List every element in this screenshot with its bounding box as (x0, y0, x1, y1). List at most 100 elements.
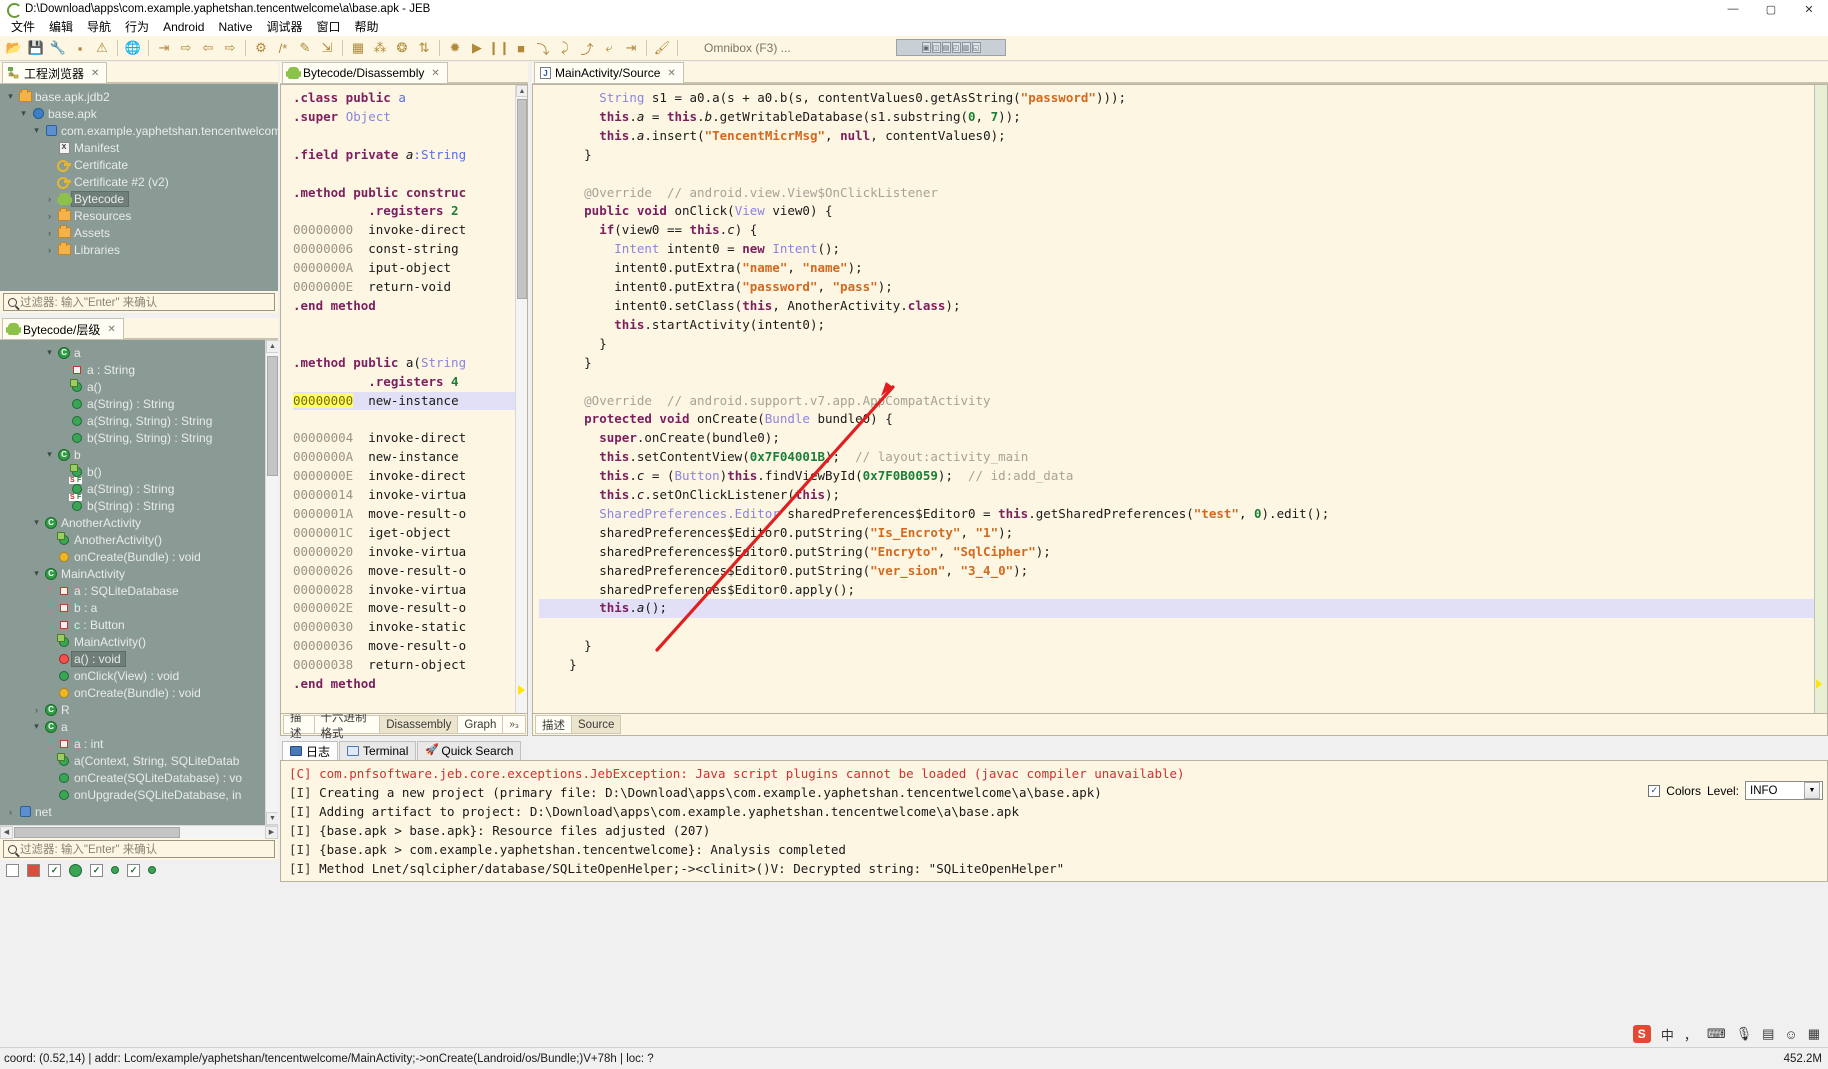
bytecode-view-tab-4[interactable]: »₃ (502, 715, 526, 734)
hierarchy-item-node[interactable]: a(String) : String (0, 476, 278, 497)
hierarchy-item-node[interactable]: AnotherActivity() (0, 531, 278, 548)
menu-item-8[interactable]: 帮助 (347, 18, 385, 36)
close-icon[interactable]: ✕ (431, 68, 439, 79)
source-marker-tick[interactable] (1816, 679, 1827, 689)
perspective-cell-0[interactable]: ▣ (921, 42, 931, 53)
tab-project-explorer[interactable]: 工程浏览器 ✕ (2, 62, 108, 83)
chevron-down-icon[interactable]: ▾ (30, 125, 43, 136)
project-filter-input[interactable]: 过滤器: 输入"Enter" 来确认 (3, 293, 275, 311)
menu-item-3[interactable]: 行为 (118, 18, 156, 36)
warning-icon[interactable]: ⚠ (92, 38, 112, 58)
perspective-switcher[interactable]: ▣ ◫ ▤ ◰ ▥ ◱ (896, 39, 1006, 56)
chevron-down-icon[interactable]: ▼ (1804, 782, 1820, 799)
hierarchy-item-node[interactable]: a(String) : String (0, 395, 278, 412)
comma-icon[interactable]: ， (1684, 1025, 1697, 1044)
project-tree-item-node[interactable]: › Resources (0, 207, 278, 224)
step-into-icon[interactable]: ⤸ (555, 38, 575, 58)
source-marker-bar[interactable] (1814, 85, 1827, 713)
table-icon[interactable]: ▦ (348, 38, 368, 58)
menu-icon[interactable]: ▦ (1808, 1026, 1820, 1042)
rename-icon[interactable]: ✎ (295, 38, 315, 58)
debug-icon[interactable]: ✹ (445, 38, 465, 58)
colors-checkbox[interactable]: ✓ (1648, 784, 1661, 797)
project-tree-item-node[interactable]: ▾ base.apk (0, 105, 278, 122)
menu-item-5[interactable]: Native (211, 18, 259, 36)
hierarchy-item-node[interactable]: › net (0, 803, 278, 820)
scroll-thumb[interactable] (517, 99, 527, 299)
source-view-tab-1[interactable]: Source (571, 715, 622, 734)
hierarchy-item-node[interactable]: onUpgrade(SQLiteDatabase, in (0, 786, 278, 803)
menu-item-2[interactable]: 导航 (80, 18, 118, 36)
chevron-right-icon[interactable]: › (30, 705, 43, 715)
wrench-icon[interactable]: 🔧 (48, 38, 68, 58)
hierarchy-item-node[interactable]: a : String (0, 361, 278, 378)
log-level-select[interactable]: INFO ▼ (1745, 781, 1823, 800)
hierarchy-item-node[interactable]: b : a (0, 599, 278, 616)
export-icon[interactable]: ⇲ (317, 38, 337, 58)
chevron-right-icon[interactable]: › (43, 194, 56, 204)
globe-icon[interactable]: 🌐 (123, 38, 143, 58)
hierarchy-vertical-scrollbar[interactable]: ▲ ▼ (265, 340, 278, 825)
project-tree-item-node[interactable]: Certificate (0, 156, 278, 173)
pause-icon[interactable]: ❙❙ (488, 38, 510, 58)
ime-mode-icon[interactable]: 中 (1661, 1025, 1674, 1044)
menu-item-7[interactable]: 窗口 (309, 18, 347, 36)
hierarchy-item-node[interactable]: a(String, String) : String (0, 412, 278, 429)
project-tree-item-node[interactable]: X Manifest (0, 139, 278, 156)
scroll-up-icon[interactable]: ▲ (266, 340, 278, 353)
menu-item-1[interactable]: 编辑 (42, 18, 80, 36)
project-tree-item-node[interactable]: › Assets (0, 224, 278, 241)
check-toggle-icon[interactable]: ✓ (48, 863, 61, 877)
run-icon[interactable]: ▶ (467, 38, 487, 58)
log-tab-0[interactable]: 日志 (282, 741, 339, 760)
hierarchy-item-node[interactable]: ▾ Cb (0, 446, 278, 463)
scroll-down-icon[interactable]: ▼ (266, 812, 278, 825)
package-icon[interactable]: ▪ (70, 38, 90, 58)
bytecode-view-tab-2[interactable]: Disassembly (379, 715, 459, 734)
bubble-icon[interactable]: ❂ (392, 38, 412, 58)
perspective-cell-4[interactable]: ▥ (961, 42, 971, 53)
chevron-down-icon[interactable]: ▾ (30, 721, 43, 732)
chevron-down-icon[interactable]: ▾ (43, 449, 56, 460)
chevron-right-icon[interactable]: › (4, 807, 17, 817)
maximize-button[interactable]: ▢ (1752, 0, 1790, 18)
hierarchy-item-node[interactable]: onClick(View) : void (0, 667, 278, 684)
perspective-cell-1[interactable]: ◫ (931, 42, 941, 53)
project-tree-item-node[interactable]: ▾ base.apk.jdb2 (0, 88, 278, 105)
run-to-icon[interactable]: ⇥ (621, 38, 641, 58)
hierarchy-item-node[interactable]: ▾ C AnotherActivity (0, 514, 278, 531)
hierarchy-filter-input[interactable]: 过滤器: 输入"Enter" 来确认 (3, 840, 275, 858)
hierarchy-item-node[interactable]: a(Context, String, SQLiteDatab (0, 752, 278, 769)
bytecode-view-tab-3[interactable]: Graph (457, 715, 504, 734)
hierarchy-tree[interactable]: ▾ Ca a : String a() a(String) : String a(Stri… (0, 340, 278, 825)
graph-icon[interactable]: ⁂ (370, 38, 390, 58)
menu-item-4[interactable]: Android (156, 18, 211, 36)
minimize-button[interactable]: — (1714, 0, 1752, 18)
hierarchy-item-node[interactable]: b(String) : String (0, 493, 278, 514)
comment-icon[interactable]: /* (273, 38, 293, 58)
chevron-down-icon[interactable]: ▾ (43, 347, 56, 358)
hierarchy-item-node[interactable]: b() (0, 463, 278, 480)
project-tree-item-node[interactable]: › Libraries (0, 241, 278, 258)
chevron-down-icon[interactable]: ▾ (30, 568, 43, 579)
hierarchy-item-node[interactable]: b(String, String) : String (0, 429, 278, 446)
hierarchy-item-node[interactable]: ▾ Ca (0, 344, 278, 361)
highlight-icon[interactable]: 🖌 (652, 38, 672, 58)
step-over-icon[interactable]: ⤵ (533, 38, 553, 58)
globe-toggle-icon[interactable] (69, 863, 82, 877)
filter-toggle-icon[interactable] (6, 863, 19, 877)
perspective-cell-3[interactable]: ◰ (951, 42, 961, 53)
hierarchy-item-node[interactable]: › C R (0, 701, 278, 718)
source-code-area[interactable]: String s1 = a0.a(s + a0.b(s, contentValu… (532, 84, 1828, 714)
hierarchy-horizontal-scrollbar[interactable]: ◀ ▶ (0, 825, 278, 839)
tab-bytecode-disassembly[interactable]: Bytecode/Disassembly ✕ (282, 62, 448, 83)
project-tree[interactable]: ▾ base.apk.jdb2 ▾ base.apk ▾ com.example.yaph… (0, 84, 278, 291)
mic-icon[interactable]: 🎙 (1736, 1026, 1753, 1042)
hierarchy-item-node[interactable]: a : SQLiteDatabase (0, 582, 278, 599)
scroll-left-icon[interactable]: ◀ (0, 825, 13, 839)
chevron-down-icon[interactable]: ▾ (30, 517, 43, 528)
decompile-icon[interactable]: ⚙ (251, 38, 271, 58)
chevron-down-icon[interactable]: ▾ (4, 91, 17, 102)
stop-icon[interactable]: ■ (511, 38, 531, 58)
hierarchy-item-node[interactable]: MainActivity() (0, 633, 278, 650)
